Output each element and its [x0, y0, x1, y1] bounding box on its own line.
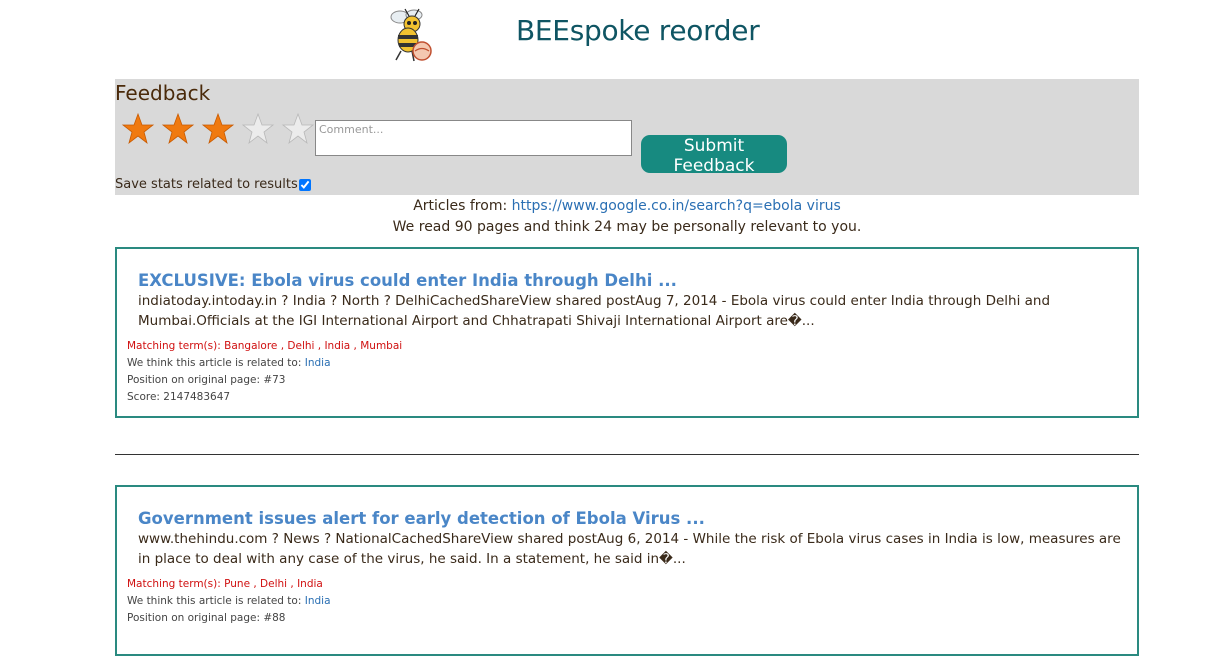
- star-3-icon[interactable]: [201, 112, 241, 146]
- star-2-icon[interactable]: [161, 112, 201, 146]
- related-label: We think this article is related to:: [127, 595, 302, 607]
- matching-terms: Pune , Delhi , India: [224, 578, 323, 590]
- related-line: We think this article is related to: Ind…: [127, 593, 331, 610]
- article-score: Score: 2147483647: [127, 391, 231, 403]
- matching-terms-label: Matching term(s):: [127, 340, 221, 352]
- matching-terms-line: Matching term(s): Bangalore , Delhi , In…: [127, 338, 402, 355]
- feedback-panel: Feedback Submit Feedback Save stats rela…: [115, 79, 1139, 195]
- app-title: BEEspoke reorder: [516, 14, 760, 47]
- save-stats-label: Save stats related to results: [115, 177, 298, 192]
- feedback-title: Feedback: [115, 81, 211, 105]
- star-4-icon[interactable]: [241, 112, 281, 146]
- source-prefix: Articles from:: [413, 198, 508, 214]
- article-snippet: www.thehindu.com ? News ? NationalCached…: [138, 531, 1121, 567]
- related-link[interactable]: India: [305, 357, 331, 369]
- original-position: Position on original page: #73: [127, 374, 286, 386]
- comment-input[interactable]: [315, 120, 632, 156]
- source-url-link[interactable]: https://www.google.co.in/search?q=ebola …: [512, 198, 841, 214]
- page-header: BEEspoke reorder: [0, 0, 1231, 70]
- bee-logo-icon: [384, 4, 436, 66]
- matching-terms-label: Matching term(s):: [127, 578, 221, 590]
- matching-terms-line: Matching term(s): Pune , Delhi , India: [127, 576, 331, 593]
- divider: [115, 454, 1139, 455]
- article-title-link[interactable]: Government issues alert for early detect…: [138, 509, 705, 528]
- related-link[interactable]: India: [305, 595, 331, 607]
- article-card: EXCLUSIVE: Ebola virus could enter India…: [115, 247, 1139, 418]
- source-line: Articles from: https://www.google.co.in/…: [0, 198, 1231, 214]
- star-1-icon[interactable]: [121, 112, 161, 146]
- article-meta: Matching term(s): Pune , Delhi , India W…: [127, 576, 331, 627]
- submit-feedback-button[interactable]: Submit Feedback: [641, 135, 787, 176]
- related-label: We think this article is related to:: [127, 357, 302, 369]
- relevance-stats: We read 90 pages and think 24 may be per…: [392, 219, 862, 235]
- star-rating: [121, 112, 321, 146]
- original-position: Position on original page: #88: [127, 612, 286, 624]
- article-title-link[interactable]: EXCLUSIVE: Ebola virus could enter India…: [138, 271, 677, 290]
- related-line: We think this article is related to: Ind…: [127, 355, 402, 372]
- save-stats-option[interactable]: Save stats related to results: [115, 177, 311, 192]
- article-card: Government issues alert for early detect…: [115, 485, 1139, 656]
- matching-terms: Bangalore , Delhi , India , Mumbai: [224, 340, 403, 352]
- article-snippet: indiatoday.intoday.in ? India ? North ? …: [138, 293, 1051, 329]
- article-meta: Matching term(s): Bangalore , Delhi , In…: [127, 338, 402, 406]
- save-stats-checkbox[interactable]: [298, 178, 311, 191]
